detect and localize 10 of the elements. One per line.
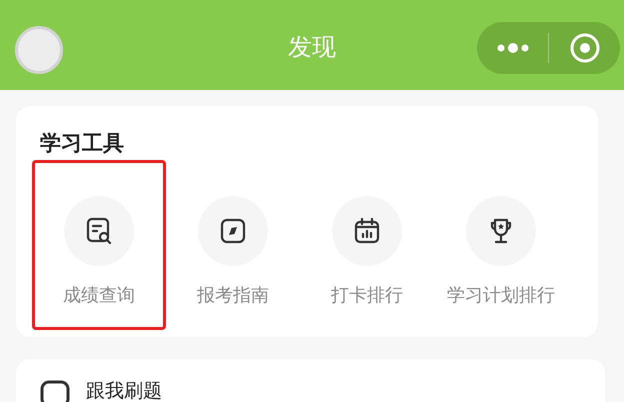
section-title: 学习工具 xyxy=(40,130,125,157)
section-title: 跟我刷题 xyxy=(86,380,162,402)
page-title: 发现 xyxy=(287,32,337,63)
avatar[interactable] xyxy=(15,26,63,74)
more-icon xyxy=(496,42,530,54)
tool-item[interactable]: 报考指南 xyxy=(166,160,300,330)
tool-item[interactable]: 成绩查询 xyxy=(32,160,166,330)
tool-item[interactable]: 打卡排行 xyxy=(300,160,434,330)
tool-item[interactable]: 学习计划排行 xyxy=(434,160,568,330)
close-icon xyxy=(568,32,600,64)
